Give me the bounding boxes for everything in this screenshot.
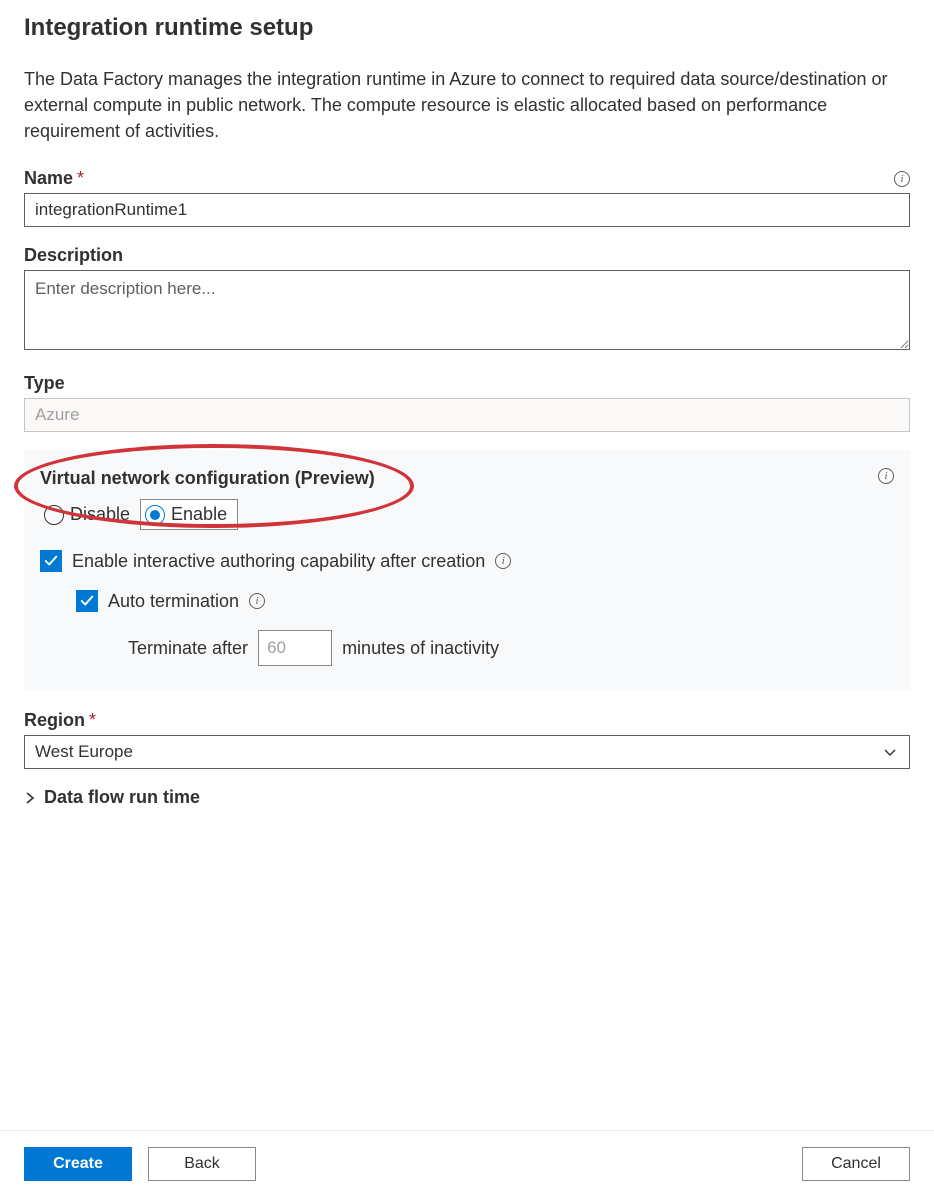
- description-input[interactable]: [24, 270, 910, 350]
- vnet-panel: Virtual network configuration (Preview) …: [24, 450, 910, 690]
- auto-termination-row: Auto termination i: [76, 590, 894, 612]
- create-button[interactable]: Create: [24, 1147, 132, 1181]
- type-label: Type: [24, 373, 65, 394]
- footer: Create Back Cancel: [0, 1130, 934, 1197]
- vnet-radio-group: Disable Enable: [40, 499, 894, 530]
- terminate-after-suffix: minutes of inactivity: [342, 638, 499, 659]
- vnet-enable-radio[interactable]: Enable: [140, 499, 238, 530]
- radio-circle-icon: [145, 505, 165, 525]
- checkmark-icon: [44, 554, 58, 568]
- info-icon[interactable]: i: [894, 171, 910, 187]
- name-field: Name* i: [24, 168, 910, 227]
- region-value: West Europe: [35, 742, 133, 762]
- type-input: [24, 398, 910, 432]
- interactive-authoring-row: Enable interactive authoring capability …: [40, 550, 894, 572]
- page-title: Integration runtime setup: [24, 14, 910, 42]
- terminate-after-label: Terminate after: [128, 638, 248, 659]
- interactive-authoring-checkbox[interactable]: [40, 550, 62, 572]
- radio-circle-icon: [44, 505, 64, 525]
- description-field: Description: [24, 245, 910, 355]
- vnet-title: Virtual network configuration (Preview): [40, 468, 375, 489]
- auto-termination-checkbox[interactable]: [76, 590, 98, 612]
- terminate-after-input[interactable]: [258, 630, 332, 666]
- required-marker: *: [77, 168, 84, 188]
- info-icon[interactable]: i: [495, 553, 511, 569]
- caret-right-icon: [24, 792, 36, 804]
- interactive-authoring-label: Enable interactive authoring capability …: [72, 551, 485, 572]
- terminate-after-row: Terminate after minutes of inactivity: [128, 630, 894, 666]
- info-icon[interactable]: i: [249, 593, 265, 609]
- cancel-button[interactable]: Cancel: [802, 1147, 910, 1181]
- info-icon[interactable]: i: [878, 468, 894, 484]
- vnet-disable-radio[interactable]: Disable: [40, 499, 140, 530]
- back-button[interactable]: Back: [148, 1147, 256, 1181]
- required-marker: *: [89, 710, 96, 730]
- radio-dot-icon: [150, 510, 160, 520]
- checkmark-icon: [80, 594, 94, 608]
- dataflow-expander[interactable]: Data flow run time: [24, 787, 910, 808]
- region-select[interactable]: West Europe: [24, 735, 910, 769]
- intro-text: The Data Factory manages the integration…: [24, 66, 910, 144]
- description-label: Description: [24, 245, 123, 266]
- dataflow-label: Data flow run time: [44, 787, 200, 808]
- region-field: Region* West Europe: [24, 710, 910, 769]
- type-field: Type: [24, 373, 910, 432]
- vnet-disable-label: Disable: [70, 504, 130, 525]
- name-input[interactable]: [24, 193, 910, 227]
- auto-termination-label: Auto termination: [108, 591, 239, 612]
- vnet-enable-label: Enable: [171, 504, 227, 525]
- region-label: Region*: [24, 710, 96, 731]
- name-label: Name*: [24, 168, 84, 189]
